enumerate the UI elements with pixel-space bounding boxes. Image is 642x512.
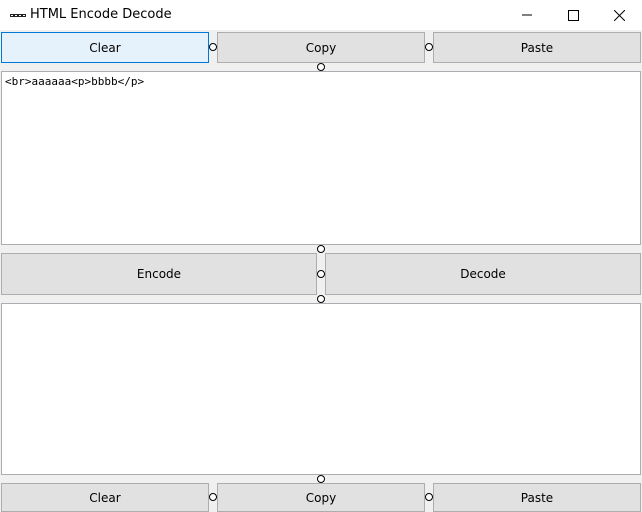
minimize-icon: [522, 14, 532, 16]
close-button[interactable]: [596, 0, 642, 30]
splitter-handle[interactable]: [209, 493, 217, 501]
top-clear-button[interactable]: Clear: [1, 32, 209, 63]
bottom-clear-button[interactable]: Clear: [1, 483, 209, 512]
bottom-paste-button[interactable]: Paste: [433, 483, 641, 512]
output-textbox[interactable]: [1, 303, 641, 475]
splitter-handle[interactable]: [317, 63, 325, 71]
top-copy-button[interactable]: Copy: [217, 32, 425, 63]
maximize-button[interactable]: [550, 0, 596, 30]
maximize-icon: [567, 9, 579, 21]
window-title: HTML Encode Decode: [30, 7, 172, 22]
minimize-button[interactable]: [504, 0, 550, 30]
encode-button[interactable]: Encode: [1, 253, 317, 295]
splitter-handle[interactable]: [317, 295, 325, 303]
top-paste-button[interactable]: Paste: [433, 32, 641, 63]
splitter-handle[interactable]: [209, 43, 217, 51]
splitter-handle[interactable]: [317, 475, 325, 483]
title-bar: HTML Encode Decode: [0, 0, 642, 30]
input-textbox[interactable]: <br>aaaaaa<p>bbbb</p>: [1, 71, 641, 245]
bottom-copy-button[interactable]: Copy: [217, 483, 425, 512]
close-icon: [613, 9, 625, 21]
splitter-handle[interactable]: [425, 493, 433, 501]
splitter-handle[interactable]: [317, 270, 325, 278]
decode-button[interactable]: Decode: [325, 253, 641, 295]
splitter-handle[interactable]: [317, 245, 325, 253]
splitter-handle[interactable]: [425, 43, 433, 51]
app-logo-icon: [10, 14, 26, 17]
